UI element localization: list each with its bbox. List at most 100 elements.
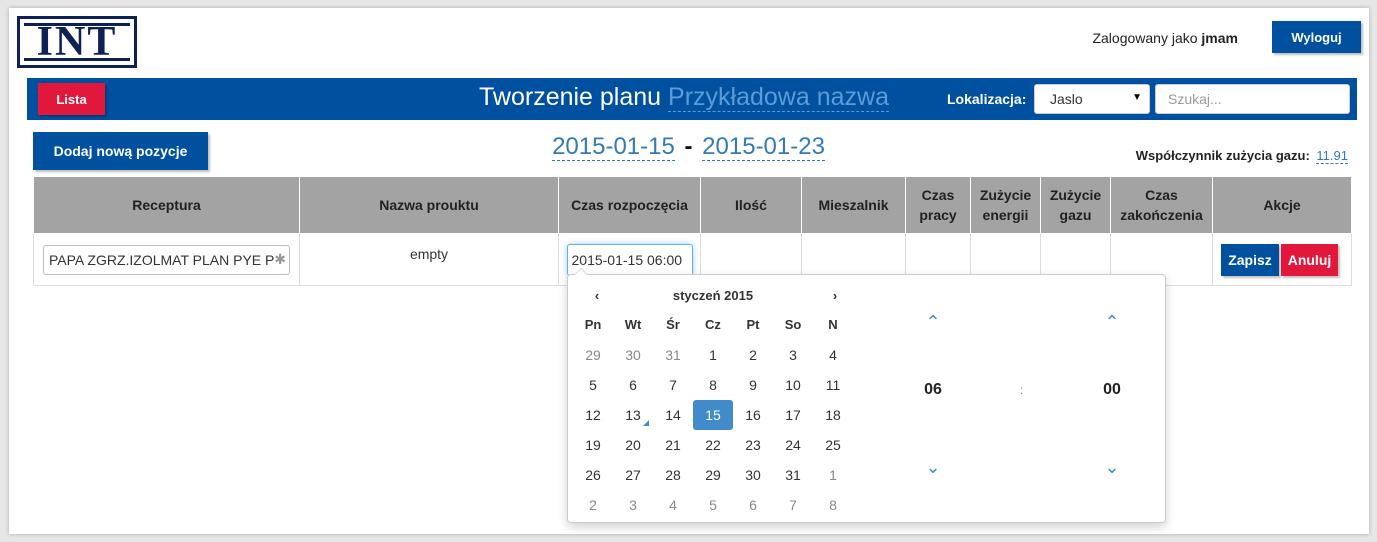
calendar-day[interactable]: 4 — [813, 340, 853, 370]
logged-in-prefix: Zalogowany jako — [1092, 30, 1198, 46]
caret-down-icon: ▼ — [1132, 92, 1142, 103]
calendar-day[interactable]: 5 — [573, 370, 613, 400]
calendar-day[interactable]: 8 — [693, 370, 733, 400]
receptura-select[interactable]: PAPA ZGRZ.IZOLMAT PLAN PYE PV ✱ — [43, 244, 290, 275]
calendar-day[interactable]: 8 — [813, 490, 853, 520]
calendar-day[interactable]: 23 — [733, 430, 773, 460]
calendar-day[interactable]: 22 — [693, 430, 733, 460]
calendar-day[interactable]: 6 — [733, 490, 773, 520]
calendar-month-title[interactable]: styczeń 2015 — [633, 288, 793, 303]
column-header: Zużycie energii — [970, 176, 1041, 234]
calendar-day[interactable]: 1 — [813, 460, 853, 490]
gas-coefficient-value[interactable]: 11.91 — [1316, 148, 1348, 164]
calendar-day[interactable]: 21 — [653, 430, 693, 460]
calendar-day[interactable]: 16 — [733, 400, 773, 430]
calendar-day[interactable]: 13 — [613, 400, 653, 430]
chevron-up-icon: ⌃ — [925, 312, 941, 332]
calendar-day[interactable]: 4 — [653, 490, 693, 520]
calendar-day[interactable]: 25 — [813, 430, 853, 460]
calendar-day[interactable]: 30 — [613, 340, 653, 370]
next-month-icon[interactable]: › — [825, 288, 845, 303]
column-header: Ilość — [700, 176, 802, 234]
hours-display[interactable]: 06 — [913, 381, 953, 399]
clear-icon[interactable]: ✱ — [274, 250, 286, 268]
column-header: Mieszalnik — [801, 176, 906, 234]
save-button[interactable]: Zapisz — [1221, 243, 1279, 276]
table-header-row: Receptura Nazwa prouktu Czas rozpoczęcia… — [33, 176, 1352, 234]
calendar-header: ‹ styczeń 2015 › — [573, 280, 853, 310]
calendar-day[interactable]: 30 — [733, 460, 773, 490]
hours-down-chevron[interactable]: ⌄ — [913, 457, 953, 477]
gas-coefficient: Współczynnik zużycia gazu: 11.91 — [1135, 148, 1348, 164]
gas-coefficient-label: Współczynnik zużycia gazu: — [1135, 148, 1310, 163]
chevron-down-icon: ⌄ — [1104, 457, 1120, 477]
calendar-day[interactable]: 29 — [693, 460, 733, 490]
weekday-header: Śr — [666, 317, 680, 332]
calendar-day[interactable]: 12 — [573, 400, 613, 430]
calendar-day[interactable]: 20 — [613, 430, 653, 460]
calendar-day[interactable]: 26 — [573, 460, 613, 490]
product-name-cell: empty — [299, 233, 559, 286]
logout-button[interactable]: Wyloguj — [1272, 21, 1361, 53]
minutes-value: 00 — [1103, 381, 1121, 398]
int-logo: INT — [17, 16, 137, 68]
column-header: Akcje — [1212, 176, 1352, 234]
calendar-day[interactable]: 7 — [773, 490, 813, 520]
plan-name-editable[interactable]: Przykładowa nazwa — [668, 83, 889, 112]
logged-in-username: jmam — [1201, 30, 1238, 46]
calendar-day[interactable]: 28 — [653, 460, 693, 490]
date-separator: - — [684, 133, 693, 160]
calendar-day[interactable]: 6 — [613, 370, 653, 400]
cancel-button[interactable]: Anuluj — [1281, 243, 1338, 276]
column-header: Czas rozpoczęcia — [558, 176, 701, 234]
calendar-day[interactable]: 14 — [653, 400, 693, 430]
date-from[interactable]: 2015-01-15 — [552, 133, 675, 161]
minutes-down-chevron[interactable]: ⌄ — [1092, 457, 1132, 477]
calendar-day[interactable]: 17 — [773, 400, 813, 430]
receptura-value: PAPA ZGRZ.IZOLMAT PLAN PYE PV — [49, 251, 284, 268]
header-bar: Lista Tworzenie planu Przykładowa nazwa … — [27, 78, 1357, 120]
datetime-picker: ‹ styczeń 2015 › Pn Wt Śr Cz Pt So N 29 30 31 1 2 3 4… — [567, 268, 1166, 523]
calendar-day[interactable]: 24 — [773, 430, 813, 460]
time-separator: : — [1020, 383, 1024, 397]
calendar-day[interactable]: 3 — [773, 340, 813, 370]
calendar: ‹ styczeń 2015 › Pn Wt Śr Cz Pt So N 29 30 31 1 2 3 4… — [573, 280, 853, 520]
calendar-day[interactable]: 18 — [813, 400, 853, 430]
logo-text: INT — [24, 21, 130, 63]
receptura-cell: PAPA ZGRZ.IZOLMAT PLAN PYE PV ✱ — [33, 233, 300, 286]
calendar-day[interactable]: 15 — [693, 400, 733, 430]
date-to[interactable]: 2015-01-23 — [702, 133, 825, 161]
chevron-up-icon: ⌃ — [1104, 312, 1120, 332]
weekday-header: Pt — [746, 317, 760, 332]
calendar-day[interactable]: 11 — [813, 370, 853, 400]
calendar-day[interactable]: 19 — [573, 430, 613, 460]
column-header: Czas zakończenia — [1110, 176, 1213, 234]
search-input[interactable] — [1155, 84, 1350, 114]
calendar-day[interactable]: 31 — [653, 340, 693, 370]
calendar-day[interactable]: 10 — [773, 370, 813, 400]
weekday-header: Wt — [624, 317, 642, 332]
calendar-day[interactable]: 1 — [693, 340, 733, 370]
column-header: Receptura — [33, 176, 300, 234]
weekday-header: Pn — [584, 317, 602, 332]
calendar-day[interactable]: 2 — [733, 340, 773, 370]
calendar-day[interactable]: 3 — [613, 490, 653, 520]
calendar-day[interactable]: 27 — [613, 460, 653, 490]
minutes-display[interactable]: 00 — [1092, 381, 1132, 399]
weekday-header: Cz — [705, 317, 721, 332]
calendar-day[interactable]: 7 — [653, 370, 693, 400]
hours-value: 06 — [924, 381, 942, 398]
weekday-header: So — [784, 317, 802, 332]
minutes-up-chevron[interactable]: ⌃ — [1092, 312, 1132, 332]
calendar-day[interactable]: 2 — [573, 490, 613, 520]
calendar-day[interactable]: 29 — [573, 340, 613, 370]
weekday-header: N — [828, 317, 838, 332]
prev-month-icon[interactable]: ‹ — [587, 288, 607, 303]
hours-up-chevron[interactable]: ⌃ — [913, 312, 953, 332]
calendar-day[interactable]: 31 — [773, 460, 813, 490]
calendar-day[interactable]: 5 — [693, 490, 733, 520]
calendar-day[interactable]: 9 — [733, 370, 773, 400]
column-header: Nazwa prouktu — [299, 176, 559, 234]
plan-table: Receptura Nazwa prouktu Czas rozpoczęcia… — [33, 176, 1352, 286]
location-select[interactable]: Jaslo ▼ — [1034, 84, 1150, 114]
